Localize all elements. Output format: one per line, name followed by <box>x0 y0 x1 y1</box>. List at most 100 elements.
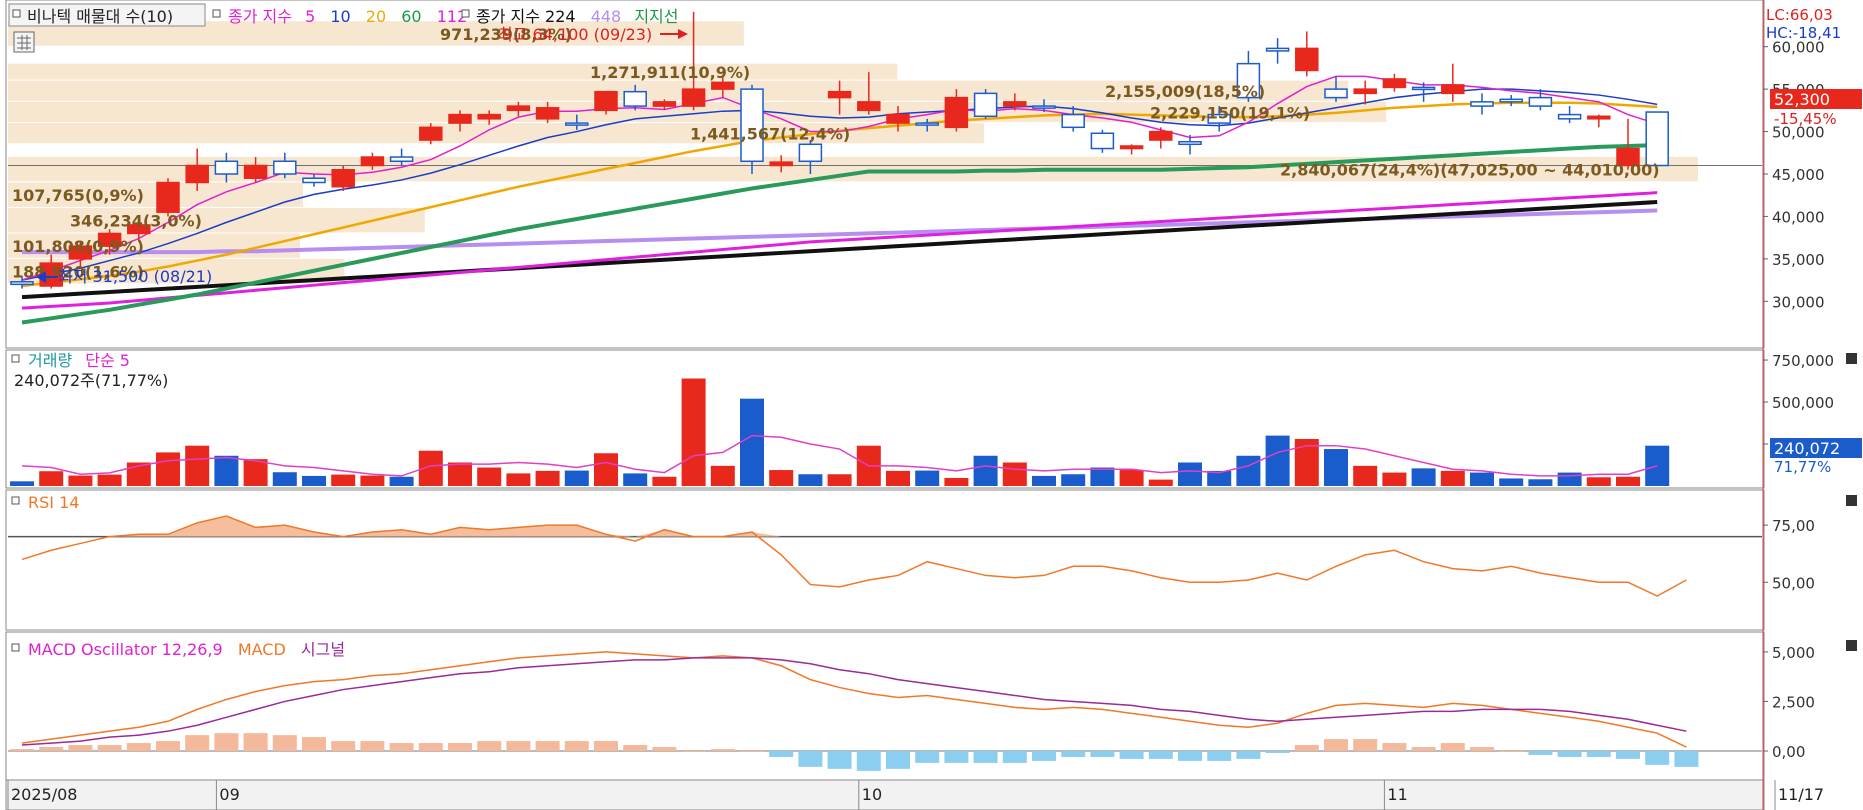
volume-bar <box>944 477 969 486</box>
macd-line-label: MACD <box>238 640 286 659</box>
macd-oscillator-bar <box>1440 743 1465 751</box>
volume-bar <box>1470 472 1494 486</box>
volume-bar <box>1148 479 1173 486</box>
volume-profile-label: 346,234(3,0%) <box>70 212 202 231</box>
candle-body <box>535 107 560 120</box>
candle-body <box>1090 132 1115 150</box>
rsi-panel-frame <box>5 489 1765 631</box>
macd-oscillator-bar <box>915 751 940 763</box>
volume-bar <box>1236 455 1261 486</box>
candle-body <box>623 90 647 107</box>
candle-body <box>1557 113 1582 120</box>
macd-osc-title: MACD Oscillator 12,26,9 <box>28 640 223 659</box>
volume-panel-frame <box>5 349 1765 489</box>
candle-body <box>419 126 443 141</box>
macd-oscillator-bar <box>331 741 356 751</box>
volume-profile-label: 2,229,150(19,1%) <box>1150 103 1310 122</box>
candle-body <box>156 181 180 213</box>
volume-bar <box>535 470 560 486</box>
volume-bar <box>594 453 618 486</box>
ma-period-5: 5 <box>305 7 315 26</box>
volume-bar <box>769 470 794 486</box>
date-label: 10 <box>862 785 882 804</box>
macd-oscillator-bar <box>1499 751 1524 752</box>
macd-oscillator-bar <box>681 751 706 752</box>
volume-bar <box>1557 472 1582 486</box>
volume-axis-label: 750,000 <box>1772 352 1834 370</box>
candle-body <box>973 92 998 118</box>
candle-body <box>1324 88 1348 99</box>
volume-bar <box>710 465 735 486</box>
candle-body <box>1411 86 1436 91</box>
candle-body <box>1295 47 1319 72</box>
candle-body <box>1645 111 1669 167</box>
volume-bar <box>1586 477 1611 486</box>
candle-body <box>1499 98 1523 103</box>
candle-body <box>827 90 852 99</box>
macd-oscillator-bar <box>1674 751 1699 767</box>
candle-body <box>1149 130 1173 141</box>
macd-oscillator-bar <box>1616 751 1640 759</box>
macd-oscillator-bar <box>710 749 735 751</box>
volume-panel-close-icon[interactable] <box>1846 353 1857 364</box>
macd-oscillator-bar <box>1470 747 1494 751</box>
macd-oscillator-bar <box>1557 751 1582 757</box>
volume-bar <box>1324 449 1348 486</box>
candle-body <box>1178 140 1202 146</box>
candle-body <box>1587 115 1611 120</box>
indicator-label: 비나텍 매물대 수(10) <box>27 7 173 26</box>
volume-badge-value: 240,072 <box>1774 439 1840 458</box>
axis-labels-layer: 60,00055,00050,00045,00040,00035,00030,0… <box>1763 39 1834 761</box>
macd-oscillator-bar <box>1119 751 1144 759</box>
volume-bar <box>10 481 34 486</box>
stock-chart-window: 971,239(8,3%) 1,271,911(10,9%) 2,155,009(1… <box>0 0 1863 810</box>
ma-period-10: 10 <box>330 7 350 26</box>
volume-bar <box>740 398 764 486</box>
macd-oscillator-bar <box>1324 739 1348 751</box>
candle-body <box>185 164 209 184</box>
macd-oscillator-bar <box>1002 751 1027 763</box>
macd-panel-close-icon[interactable] <box>1846 640 1857 651</box>
volume-bar <box>1382 472 1407 486</box>
macd-oscillator-bar <box>360 741 385 751</box>
candle-body <box>10 281 34 286</box>
volume-bar <box>156 452 180 486</box>
volume-bar <box>915 470 940 486</box>
volume-bar <box>214 455 239 486</box>
price-axis-label: 40,000 <box>1772 208 1825 226</box>
volume-bar <box>506 473 531 486</box>
volume-bar <box>1528 479 1553 486</box>
volume-bar <box>1002 462 1027 486</box>
rsi-panel-close-icon[interactable] <box>1846 495 1857 506</box>
candle-body <box>389 156 414 163</box>
candle-body <box>594 90 618 112</box>
candle-body <box>915 122 939 126</box>
macd-oscillator-bar <box>97 745 122 751</box>
macd-oscillator-bar <box>856 751 881 771</box>
macd-oscillator-bar <box>272 735 297 751</box>
ma2-legend[interactable]: 종가 지수 224 448 지지선 <box>476 7 679 26</box>
macd-oscillator-bar <box>886 751 910 769</box>
volume-bar <box>185 445 210 486</box>
volume-profile-label: 2,155,009(18,5%) <box>1105 82 1265 101</box>
candle-body <box>1032 105 1056 109</box>
low-annotation: 최저 31,500 (08/21) <box>58 267 212 286</box>
candle-body <box>798 143 823 163</box>
macd-oscillator-bar <box>594 741 618 751</box>
volume-bar <box>1616 476 1640 486</box>
volume-bar <box>1178 462 1202 486</box>
macd-axis-label: 2,500 <box>1772 693 1815 711</box>
macd-oscillator-bar <box>1265 751 1290 753</box>
table-toggle-icon[interactable] <box>13 31 35 53</box>
candle-body <box>477 113 501 120</box>
macd-oscillator-bar <box>10 749 34 751</box>
rsi-title[interactable]: RSI 14 <box>28 493 79 512</box>
volume-ma-label: 단순 5 <box>85 351 130 370</box>
volume-bar <box>1090 467 1115 486</box>
macd-oscillator-bar <box>1032 751 1056 761</box>
date-axis-bar <box>5 779 1765 810</box>
macd-oscillator-bar <box>39 747 64 751</box>
candle-body <box>302 177 326 184</box>
macd-oscillator-bar <box>564 741 589 751</box>
volume-bar <box>331 474 356 486</box>
